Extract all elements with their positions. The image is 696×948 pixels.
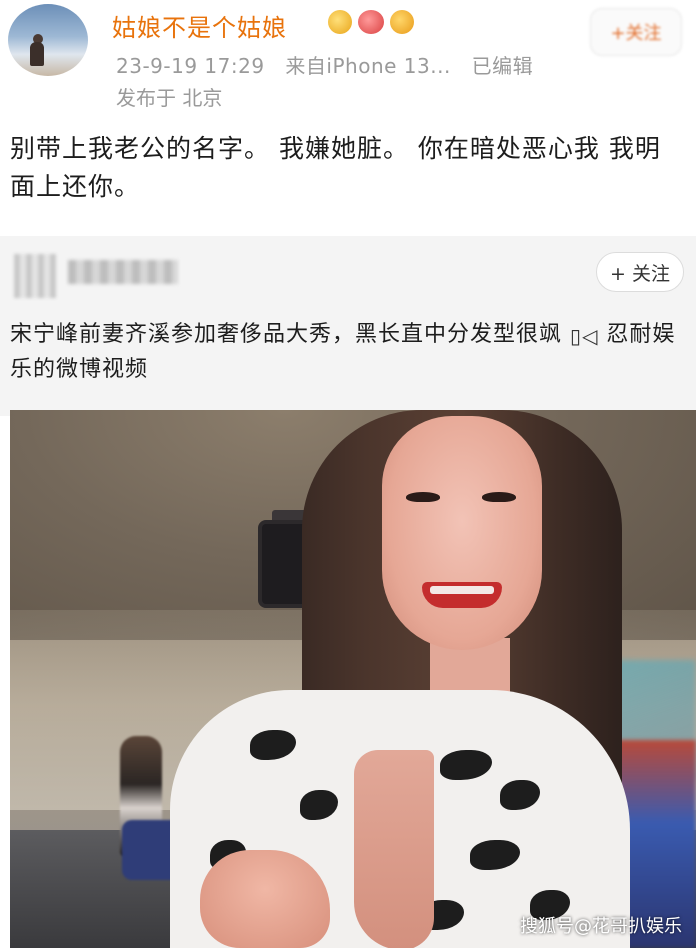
photo-woman-face <box>382 416 542 650</box>
photo-teeth <box>430 586 494 594</box>
fish-emoji-icon <box>390 10 414 34</box>
embedded-post-text: 宋宁峰前妻齐溪参加奢侈品大秀，黑长直中分发型很飒 ▯◁ 忍耐娱乐的微博视频 <box>10 318 686 387</box>
photo-eye-right <box>482 492 516 502</box>
user-badges <box>328 10 414 34</box>
post-source: 来自iPhone 13... <box>285 54 451 78</box>
badge-emoji-icon <box>328 10 352 34</box>
post-location: 发布于 北京 <box>116 86 223 110</box>
video-camera-icon: ▯◁ <box>570 324 599 348</box>
dress-pattern-mark <box>300 790 338 820</box>
lips-emoji-icon <box>358 10 384 34</box>
dress-pattern-mark <box>250 730 296 760</box>
dress-pattern-mark <box>500 780 540 810</box>
post-timestamp: 23-9-19 17:29 <box>116 54 265 78</box>
photo-eye-left <box>406 492 440 502</box>
post-header: 姑娘不是个姑娘 23-9-19 17:29 来自iPhone 13... 已编辑… <box>0 0 696 116</box>
photo-dress-cutout <box>354 750 434 948</box>
embedded-video-frame[interactable]: 搜狐号@花哥扒娱乐 <box>10 410 696 948</box>
embedded-username-blurred[interactable] <box>68 260 178 284</box>
source-watermark: 搜狐号@花哥扒娱乐 <box>520 916 682 937</box>
embedded-user-avatar[interactable] <box>14 254 56 298</box>
user-avatar[interactable] <box>8 4 88 76</box>
dress-pattern-mark <box>470 840 520 870</box>
follow-label: + 关注 <box>610 262 670 285</box>
post-edited[interactable]: 已编辑 <box>472 54 534 78</box>
post-text: 别带上我老公的名字。 我嫌她脏。 你在暗处恶心我 我明面上还你。 <box>10 134 661 201</box>
photo-mouth <box>422 582 502 608</box>
avatar-figure-body <box>30 42 44 66</box>
follow-button[interactable]: + 关注 <box>596 252 684 292</box>
follow-button-blurred[interactable]: +关注 <box>590 8 682 56</box>
embedded-post-card[interactable]: + 关注 宋宁峰前妻齐溪参加奢侈品大秀，黑长直中分发型很飒 ▯◁ 忍耐娱乐的微博… <box>0 236 696 416</box>
weibo-post-screenshot: 姑娘不是个姑娘 23-9-19 17:29 来自iPhone 13... 已编辑… <box>0 0 696 948</box>
post-meta: 23-9-19 17:29 来自iPhone 13... 已编辑 <box>116 50 547 79</box>
username[interactable]: 姑娘不是个姑娘 <box>112 8 287 43</box>
embedded-text-main: 宋宁峰前妻齐溪参加奢侈品大秀，黑长直中分发型很飒 <box>10 322 563 347</box>
dress-pattern-mark <box>440 750 492 780</box>
